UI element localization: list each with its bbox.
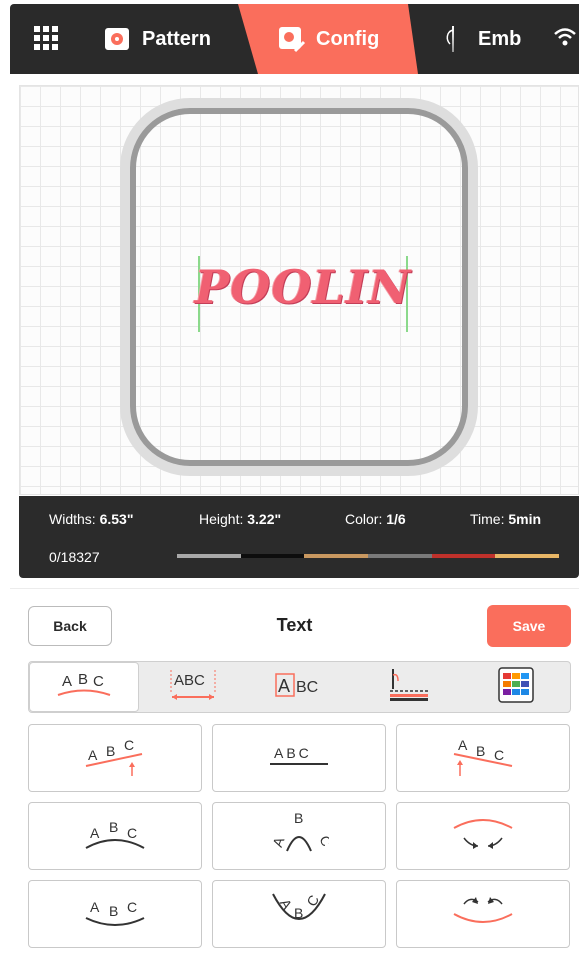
- bend-up-arrows-icon: [448, 890, 518, 939]
- svg-text:A: A: [277, 896, 296, 913]
- color-info: Color: 1/6: [345, 511, 406, 527]
- svg-text:A: A: [278, 676, 290, 696]
- svg-text:C: C: [317, 833, 329, 848]
- svg-text:C: C: [127, 899, 137, 915]
- design-info-bar: Widths: 6.53" Height: 3.22" Color: 1/6 T…: [19, 496, 579, 578]
- tab-emb-label: Emb: [478, 27, 522, 50]
- svg-text:B: B: [78, 671, 88, 688]
- layout-straight[interactable]: ABC: [212, 724, 386, 792]
- layout-bend-down[interactable]: [396, 802, 570, 870]
- svg-text:BC: BC: [296, 679, 318, 696]
- tab-pattern-label: Pattern: [142, 27, 211, 50]
- text-spacing-tool[interactable]: ABC: [139, 662, 247, 712]
- tab-config-label: Config: [316, 27, 380, 50]
- svg-text:B: B: [106, 743, 115, 759]
- thread-color-segment: [495, 554, 560, 558]
- thread-color-bar: [177, 554, 560, 558]
- widths-value: 6.53": [99, 511, 134, 527]
- wifi-icon[interactable]: [551, 24, 579, 52]
- app-window: Pattern Config Emb POOLIN Widths: 6.53" …: [0, 0, 579, 964]
- layout-slant-down[interactable]: A B C: [396, 724, 570, 792]
- layout-slant-up[interactable]: A B C: [28, 724, 202, 792]
- tab-config[interactable]: Config: [238, 4, 418, 74]
- svg-text:B: B: [294, 905, 303, 921]
- svg-text:C: C: [494, 747, 504, 763]
- thread-color-segment: [177, 554, 241, 558]
- svg-text:A: A: [62, 673, 72, 690]
- bend-down-arrows-icon: [448, 812, 518, 861]
- widths-info: Widths: 6.53": [49, 511, 133, 527]
- text-config-panel: Back Text Save A B C ABC A BC A B C ABC …: [10, 588, 579, 964]
- color-label: Color:: [345, 511, 383, 527]
- color-palette-icon: [498, 666, 534, 708]
- layout-circle-bottom[interactable]: A B C: [212, 880, 386, 948]
- svg-text:C: C: [127, 825, 137, 841]
- text-arc-tool[interactable]: A B C: [29, 662, 139, 712]
- circle-top-text-icon: B A C: [269, 809, 335, 864]
- arc-text-icon: A B C: [54, 670, 114, 705]
- flower-photo-icon: [102, 24, 132, 54]
- height-info: Height: 3.22": [199, 511, 281, 527]
- slant-up-text-icon: A B C: [80, 734, 150, 783]
- time-label: Time:: [470, 511, 505, 527]
- tab-pattern[interactable]: Pattern: [102, 4, 211, 74]
- stitch-count: 0/18327: [49, 549, 100, 565]
- arch-up-text-icon: A B C: [80, 814, 150, 859]
- thread-color-segment: [304, 554, 369, 558]
- tab-emb[interactable]: Emb: [428, 4, 521, 74]
- arch-down-text-icon: A B C: [80, 892, 150, 937]
- apps-grid-icon[interactable]: [34, 26, 58, 50]
- text-tool-bar: A B C ABC A BC: [28, 661, 571, 713]
- svg-text:A: A: [88, 747, 98, 763]
- slant-down-text-icon: A B C: [448, 734, 518, 783]
- svg-text:ABC: ABC: [174, 672, 205, 689]
- layout-circle-top[interactable]: B A C: [212, 802, 386, 870]
- svg-text:A: A: [458, 737, 468, 753]
- svg-text:A: A: [269, 834, 287, 849]
- height-value: 3.22": [247, 511, 282, 527]
- svg-text:C: C: [93, 673, 104, 690]
- needle-icon: [438, 24, 468, 54]
- svg-text:B: B: [109, 903, 118, 919]
- color-tool[interactable]: [462, 662, 570, 712]
- svg-text:A: A: [90, 825, 100, 841]
- straight-text-icon: ABC: [264, 736, 334, 781]
- config-edit-icon: [276, 24, 306, 54]
- stitch-tool[interactable]: [354, 662, 462, 712]
- time-info: Time: 5min: [470, 511, 541, 527]
- thread-color-segment: [240, 554, 305, 558]
- top-navigation-bar: Pattern Config Emb: [10, 4, 579, 74]
- height-label: Height:: [199, 511, 244, 527]
- text-design[interactable]: POOLIN: [194, 256, 412, 336]
- svg-text:B: B: [476, 743, 485, 759]
- circle-bottom-text-icon: A B C: [267, 888, 331, 941]
- text-frame-tool[interactable]: A BC: [247, 662, 355, 712]
- svg-text:B: B: [294, 810, 303, 826]
- svg-text:A: A: [90, 899, 100, 915]
- design-canvas[interactable]: POOLIN: [19, 85, 579, 495]
- layout-bend-up[interactable]: [396, 880, 570, 948]
- design-text: POOLIN: [194, 260, 412, 314]
- thread-color-segment: [368, 554, 432, 558]
- layout-arch-up[interactable]: A B C: [28, 802, 202, 870]
- color-value: 1/6: [386, 511, 406, 527]
- svg-text:ABC: ABC: [274, 745, 312, 761]
- svg-text:C: C: [303, 892, 322, 909]
- time-value: 5min: [508, 511, 542, 527]
- thread-color-segment: [431, 554, 496, 558]
- widths-label: Widths:: [49, 511, 96, 527]
- layout-arch-down[interactable]: A B C: [28, 880, 202, 948]
- svg-text:B: B: [109, 819, 118, 835]
- stitch-needle-icon: [386, 667, 430, 708]
- text-spacing-icon: ABC: [163, 668, 223, 707]
- save-button[interactable]: Save: [487, 605, 571, 647]
- letter-frame-icon: A BC: [272, 670, 328, 705]
- svg-text:C: C: [124, 737, 134, 753]
